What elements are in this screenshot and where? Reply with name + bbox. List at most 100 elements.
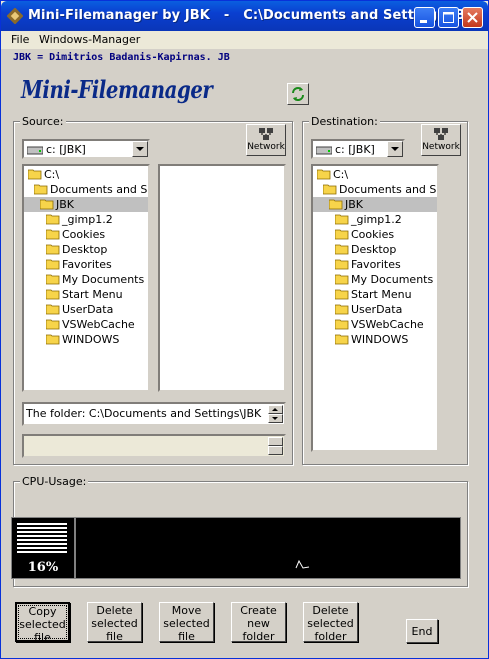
folder-row[interactable]: My Documents [24,272,148,287]
folder-label: UserData [62,303,114,316]
open-folder-icon [323,184,337,195]
folder-row[interactable]: _gimp1.2 [24,212,148,227]
spin-up-button[interactable] [268,405,283,414]
maximize-icon [443,12,454,23]
folder-label: Desktop [62,243,108,256]
folder-row[interactable]: VSWebCache [313,317,437,332]
folder-label: JBK [56,198,75,211]
folder-row[interactable]: UserData [313,302,437,317]
folder-label: UserData [351,303,403,316]
close-button[interactable] [462,7,483,28]
destination-network-button[interactable]: Network [421,124,461,156]
folder-row[interactable]: Desktop [24,242,148,257]
drive-icon [27,146,43,155]
folder-row[interactable]: Documents and Settings [313,182,437,197]
source-secondary-field[interactable] [22,434,286,458]
folder-icon [335,229,349,240]
open-folder-icon [317,169,331,180]
spin-up-button-2[interactable] [268,437,283,446]
delete-folder-button[interactable]: Delete selected folder [303,602,358,643]
maximize-button[interactable] [438,7,459,28]
folder-row[interactable]: Cookies [24,227,148,242]
folder-row[interactable]: Start Menu [24,287,148,302]
folder-label: Start Menu [351,288,412,301]
folder-icon [335,319,349,330]
open-folder-icon [34,184,48,195]
refresh-button[interactable] [287,83,309,105]
folder-row[interactable]: VSWebCache [24,317,148,332]
folder-icon [46,244,60,255]
folder-row[interactable]: JBK [24,197,148,212]
folder-row[interactable]: Start Menu [313,287,437,302]
open-folder-icon [329,199,343,210]
destination-drive-select[interactable]: c: [JBK] [311,139,405,159]
menu-file[interactable]: File [11,33,29,46]
folder-label: C:\ [333,168,349,181]
folder-label: Favorites [62,258,112,271]
spin-down-button[interactable] [268,414,283,423]
network-icon [434,128,448,140]
destination-group: Destination: Network c: [JBK] C:\ Documen… [302,115,468,465]
folder-label: Cookies [351,228,395,241]
chevron-down-icon [136,147,144,151]
main-window: Mini-Filemanager by JBK - C:\Documents a… [0,0,489,659]
create-folder-button[interactable]: Create new folder [231,602,286,643]
folder-row[interactable]: Favorites [24,257,148,272]
drive-icon [316,146,332,155]
folder-icon [46,289,60,300]
source-drive-dropdown[interactable] [132,141,148,157]
folder-icon [46,229,60,240]
folder-icon [335,334,349,345]
folder-row[interactable]: Cookies [313,227,437,242]
folder-row[interactable]: Favorites [313,257,437,272]
folder-row[interactable]: WINDOWS [24,332,148,347]
source-folder-list[interactable]: C:\ Documents and Settings JBK _gimp1.2 Cook… [22,164,150,392]
folder-icon [335,214,349,225]
cpu-history-graph [75,517,461,579]
destination-folder-list[interactable]: C:\ Documents and Settings JBK _gimp1.2 Cook… [311,164,439,452]
title-bar[interactable]: Mini-Filemanager by JBK - C:\Documents a… [1,1,488,31]
folder-row[interactable]: WINDOWS [313,332,437,347]
folder-icon [335,304,349,315]
spin-down-button-2[interactable] [268,446,283,455]
window-title: Mini-Filemanager by JBK - C:\Documents a… [28,8,476,23]
source-folder-info[interactable]: The folder: C:\Documents and Settings\JB… [22,402,286,426]
folder-label: VSWebCache [351,318,424,331]
source-drive-select[interactable]: c: [JBK] [22,139,150,159]
minimize-button[interactable] [414,7,435,28]
folder-icon [46,259,60,270]
folder-label: Cookies [62,228,106,241]
folder-row[interactable]: My Documents [313,272,437,287]
copy-file-button[interactable]: Copy selected file [15,602,70,644]
folder-icon [335,259,349,270]
cpu-meter: 16% [11,517,75,579]
close-icon [467,12,478,23]
folder-row[interactable]: JBK [313,197,437,212]
folder-row[interactable]: UserData [24,302,148,317]
folder-label: WINDOWS [351,333,409,346]
delete-file-button[interactable]: Delete selected file [87,602,142,643]
end-button[interactable]: End [406,619,438,643]
source-label: Source: [20,115,66,128]
folder-label: WINDOWS [62,333,120,346]
folder-label: Favorites [351,258,401,271]
menu-windows-manager[interactable]: Windows-Manager [39,33,140,46]
cpu-percent: 16% [27,560,59,575]
source-network-button[interactable]: Network [246,124,286,156]
folder-row[interactable]: Documents and Settings [24,182,148,197]
open-folder-icon [28,169,42,180]
folder-row[interactable]: C:\ [24,167,148,182]
folder-label: _gimp1.2 [62,213,113,226]
folder-row[interactable]: Desktop [313,242,437,257]
folder-label: _gimp1.2 [351,213,402,226]
open-folder-icon [40,199,54,210]
folder-label: VSWebCache [62,318,135,331]
folder-icon [335,274,349,285]
source-file-list[interactable] [158,164,286,392]
folder-row[interactable]: _gimp1.2 [313,212,437,227]
destination-drive-dropdown[interactable] [387,141,403,157]
folder-row[interactable]: C:\ [313,167,437,182]
folder-label: JBK [345,198,364,211]
move-file-button[interactable]: Move selected file [159,602,214,643]
folder-label: Documents and Settings [339,183,437,196]
